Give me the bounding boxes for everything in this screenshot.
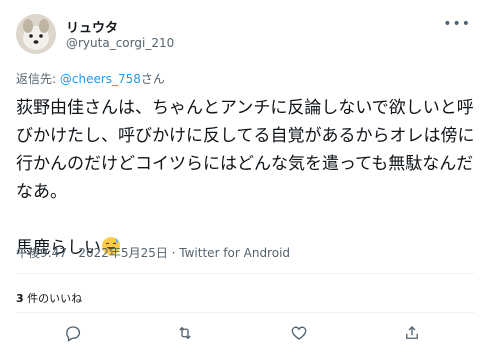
more-dots-icon[interactable]: ••• xyxy=(443,16,471,32)
reply-prefix: 返信先: xyxy=(16,72,60,86)
user-handle[interactable]: @ryuta_corgi_210 xyxy=(66,36,174,50)
retweet-icon[interactable] xyxy=(174,322,196,344)
share-icon[interactable] xyxy=(401,322,423,344)
action-bar xyxy=(0,322,491,346)
tweet-text: 荻野由佳さんは、ちゃんとアンチに反論しないで欲しいと呼びかけたし、呼びかけに反し… xyxy=(16,94,478,262)
likes-number: 3 xyxy=(16,292,24,305)
tweet-timestamp[interactable]: 午後9:47 · 2022年5月25日 · Twitter for Androi… xyxy=(16,244,290,261)
divider xyxy=(16,312,475,313)
like-icon[interactable] xyxy=(288,322,310,344)
reply-mention-link[interactable]: @cheers_758 xyxy=(60,72,141,86)
divider xyxy=(16,273,475,274)
reply-suffix: さん xyxy=(140,72,165,86)
avatar[interactable] xyxy=(16,14,56,54)
likes-label: 件のいいね xyxy=(23,292,83,305)
reply-icon[interactable] xyxy=(62,322,84,344)
reply-context: 返信先: @cheers_758さん xyxy=(16,70,165,87)
display-name[interactable]: リュウタ xyxy=(66,17,118,36)
likes-count[interactable]: 3 件のいいね xyxy=(16,290,82,306)
tweet-text-paragraph: 荻野由佳さんは、ちゃんとアンチに反論しないで欲しいと呼びかけたし、呼びかけに反し… xyxy=(16,98,475,202)
